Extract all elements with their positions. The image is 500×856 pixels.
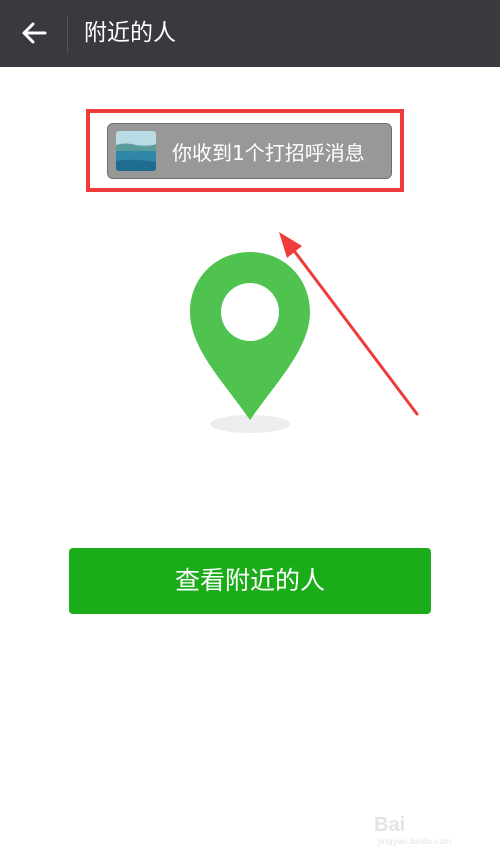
greeting-message-text: 你收到1个打招呼消息 — [172, 140, 365, 165]
page-title: 附近的人 — [84, 20, 176, 46]
screen: 附近的人 你收到1个打招呼消息 查看附近的人 Bai jingyan.baidu… — [0, 0, 500, 856]
baidu-watermark: Bai jingyan.baidu.com — [374, 812, 486, 846]
back-button[interactable] — [10, 9, 58, 57]
watermark-site: jingyan.baidu.com — [378, 837, 452, 846]
greeting-message-banner[interactable]: 你收到1个打招呼消息 — [107, 123, 392, 179]
watermark-logo: Bai — [374, 814, 406, 836]
view-nearby-people-button[interactable]: 查看附近的人 — [69, 548, 431, 614]
navigation-bar: 附近的人 — [0, 0, 500, 67]
location-pin-icon — [190, 252, 310, 433]
sender-avatar — [116, 131, 156, 171]
arrow-left-icon — [22, 22, 47, 44]
header-divider — [67, 16, 68, 52]
